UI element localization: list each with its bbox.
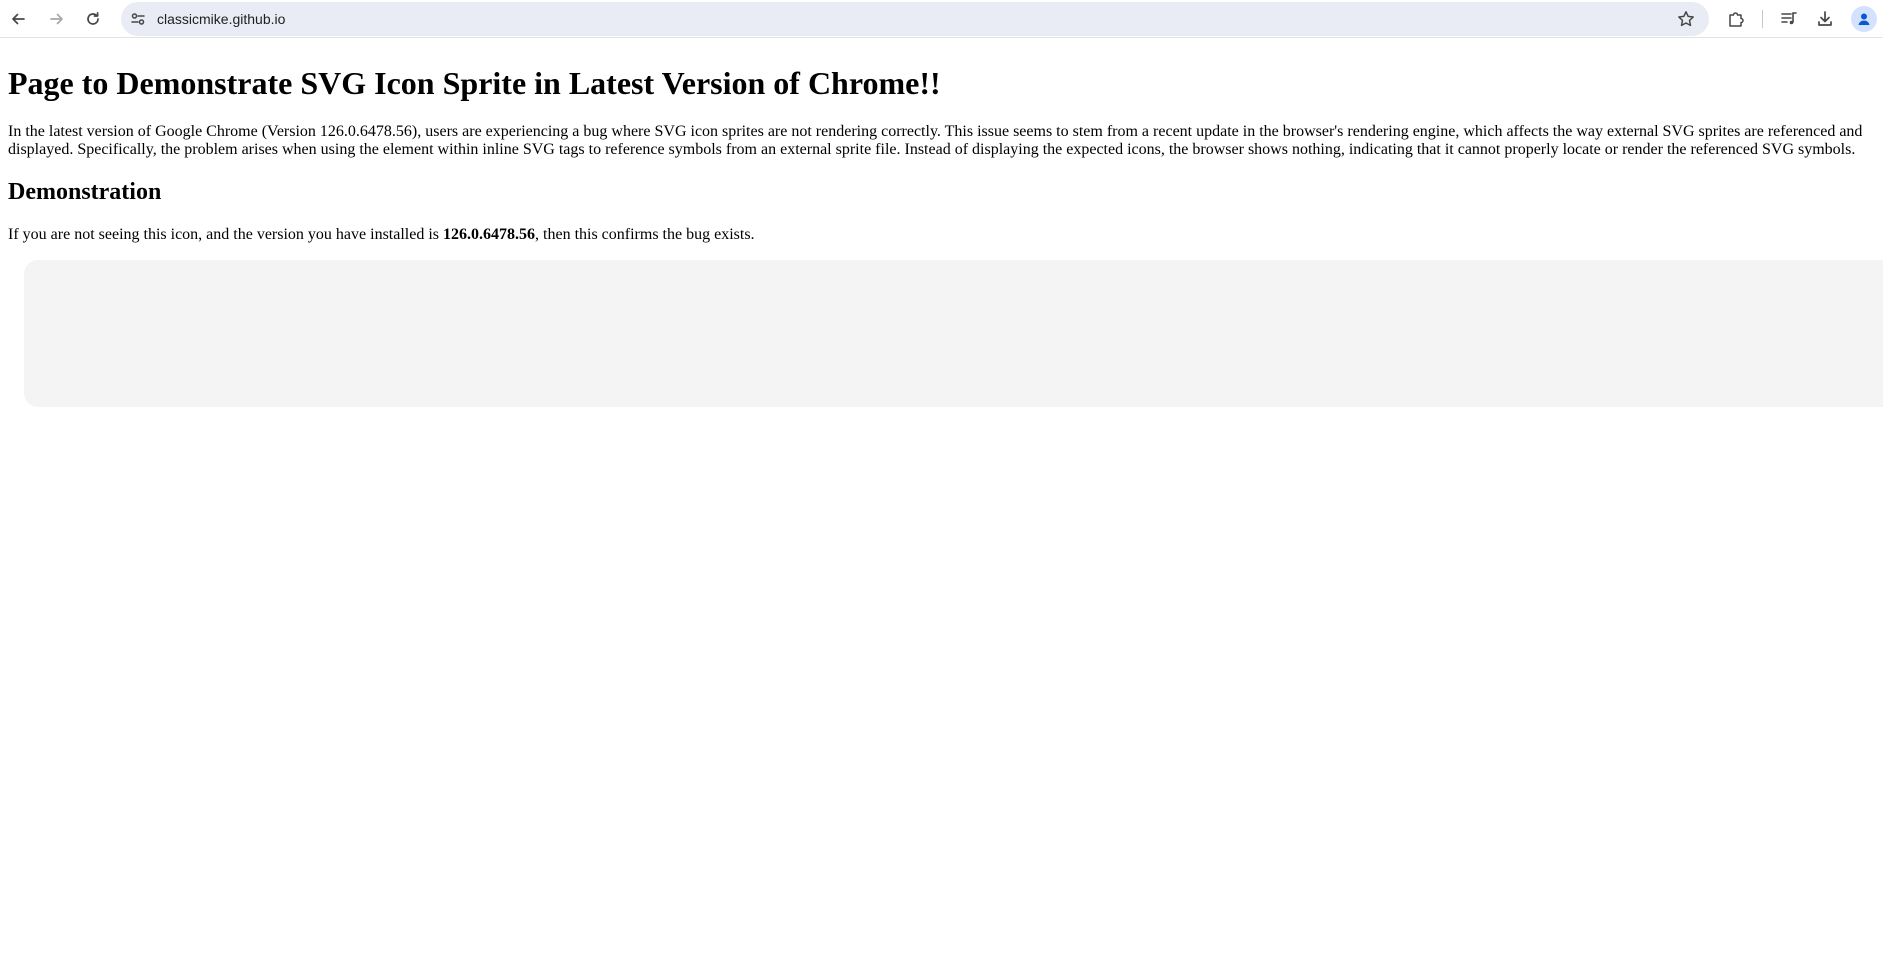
downloads-button[interactable] [1809,3,1841,35]
page-content: Page to Demonstrate SVG Icon Sprite in L… [0,39,1883,960]
puzzle-icon [1729,12,1744,27]
demo-text: If you are not seeing this icon, and the… [8,226,755,244]
browser-toolbar: classicmike.github.io [0,0,1883,38]
star-icon [1678,11,1694,27]
person-icon [1858,13,1870,25]
demo-text-prefix: If you are not seeing this icon, and the… [8,226,444,243]
toolbar-divider [1762,10,1763,28]
reload-button[interactable] [77,3,109,35]
back-button[interactable] [2,3,34,35]
download-icon [1818,11,1832,26]
demo-version: 126.0.6478.56 [443,226,536,243]
url-text[interactable]: classicmike.github.io [157,2,285,36]
intro-paragraph: In the latest version of Google Chrome (… [8,123,1863,158]
page-title: Page to Demonstrate SVG Icon Sprite in L… [8,65,941,101]
reload-icon [87,11,99,25]
queue-music-icon [1781,12,1797,25]
bookmark-button[interactable] [1670,3,1702,35]
icon-container [24,260,1883,407]
arrow-right-icon [50,13,63,25]
section-heading: Demonstration [8,179,162,205]
address-bar[interactable]: classicmike.github.io [121,2,1709,36]
forward-button[interactable] [41,3,73,35]
tune-icon [131,13,145,25]
demo-text-suffix: , then this confirms the bug exists. [535,226,755,243]
extensions-button[interactable] [1720,3,1752,35]
arrow-left-icon [12,13,25,25]
profile-avatar[interactable] [1851,6,1877,32]
site-info-button[interactable] [122,3,154,35]
media-controls-button[interactable] [1773,3,1805,35]
